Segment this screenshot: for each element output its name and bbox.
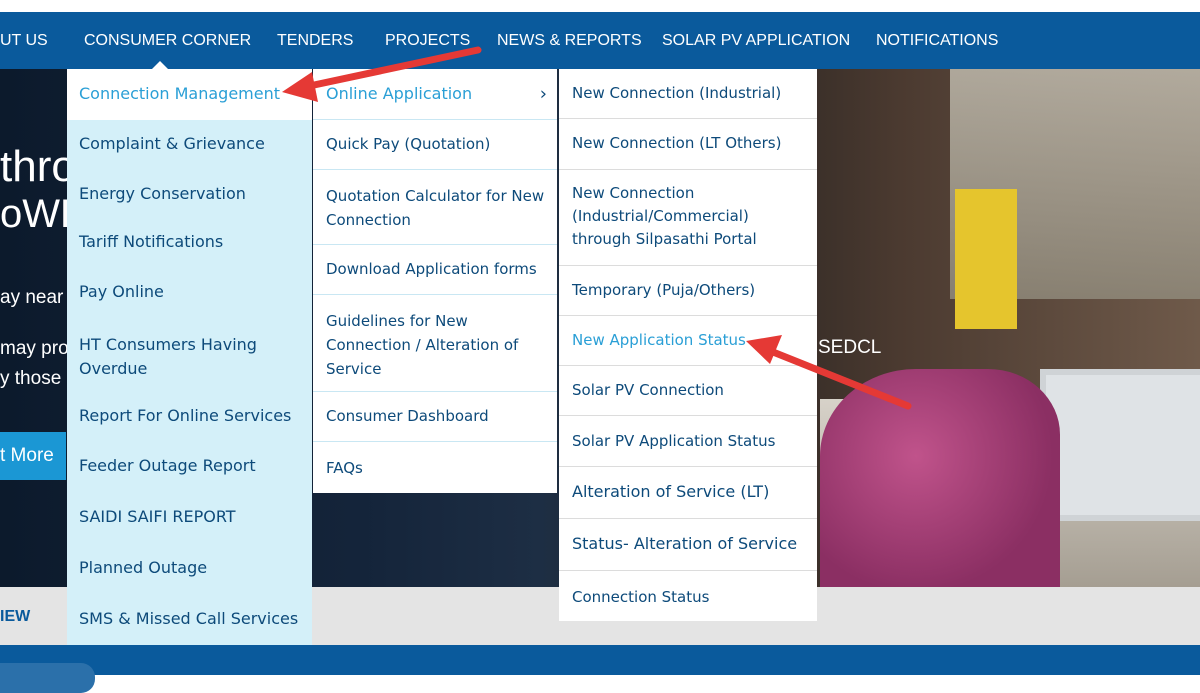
menu-item-download-forms[interactable]: Download Application forms <box>313 245 557 295</box>
menu-item-label: Report For Online Services <box>79 406 292 425</box>
menu-item-label: Temporary (Puja/Others) <box>572 281 756 299</box>
menu-item-label: Connection Status <box>572 588 710 606</box>
footer-band <box>0 645 1200 675</box>
nav-tenders[interactable]: TENDERS <box>277 12 353 69</box>
nav-solar-pv-application[interactable]: SOLAR PV APPLICATION <box>662 12 850 69</box>
menu-item-sms-missed-call[interactable]: SMS & Missed Call Services <box>67 609 312 628</box>
top-strip <box>0 0 1200 12</box>
hero-side-text: SEDCL <box>818 337 882 358</box>
menu-item-label: New Connection (Industrial) <box>572 84 782 102</box>
nav-notifications[interactable]: NOTIFICATIONS <box>876 12 998 69</box>
nav-about-us[interactable]: UT US <box>0 12 48 69</box>
hero-body-line-1: ay near <box>0 287 64 308</box>
menu-item-new-application-status[interactable]: New Application Status <box>559 316 817 366</box>
menu-item-new-connection-lt-others[interactable]: New Connection (LT Others) <box>559 119 817 170</box>
menu-level-1: Connection Management Complaint & Grieva… <box>67 69 312 645</box>
menu-item-label: New Connection (Industrial/Commercial) t… <box>572 184 757 248</box>
menu-item-solar-pv-connection[interactable]: Solar PV Connection <box>559 366 817 416</box>
menu-item-label: Download Application forms <box>326 260 537 278</box>
menu-item-ht-consumers-overdue[interactable]: HT Consumers Having Overdue <box>67 333 312 381</box>
menu-item-online-application[interactable]: Online Application › <box>313 69 557 120</box>
menu-item-label: Consumer Dashboard <box>326 407 489 425</box>
hero-yellow-board <box>955 189 1017 329</box>
menu-item-temporary[interactable]: Temporary (Puja/Others) <box>559 266 817 316</box>
menu-item-label: Complaint & Grievance <box>79 134 265 153</box>
read-more-button[interactable]: t More <box>0 432 66 480</box>
menu-item-label: SMS & Missed Call Services <box>79 609 299 628</box>
menu-item-complaint-grievance[interactable]: Complaint & Grievance <box>67 134 312 153</box>
menu-item-feeder-outage-report[interactable]: Feeder Outage Report <box>67 456 312 475</box>
menu-item-label: Solar PV Application Status <box>572 432 776 450</box>
footer-tab[interactable] <box>0 663 95 693</box>
menu-item-label: Quick Pay (Quotation) <box>326 135 491 153</box>
menu-item-new-connection-industrial[interactable]: New Connection (Industrial) <box>559 69 817 119</box>
nav-news-reports[interactable]: NEWS & REPORTS <box>497 12 642 69</box>
hero-monitor <box>1040 369 1200 521</box>
menu-item-label: Status- Alteration of Service <box>572 534 798 553</box>
menu-item-faqs[interactable]: FAQs <box>313 442 557 493</box>
menu-item-consumer-dashboard[interactable]: Consumer Dashboard <box>313 392 557 442</box>
hero-body-line-2: may pro <box>0 338 69 359</box>
menu-item-label: Energy Conservation <box>79 184 246 203</box>
menu-item-connection-management[interactable]: Connection Management <box>67 69 312 120</box>
menu-item-silpasathi-portal[interactable]: New Connection (Industrial/Commercial) t… <box>559 170 817 266</box>
menu-item-status-alteration[interactable]: Status- Alteration of Service <box>559 519 817 571</box>
menu-level-2: Online Application › Quick Pay (Quotatio… <box>313 69 557 493</box>
menu-item-label: Connection Management <box>79 84 281 103</box>
menu-item-label: Tariff Notifications <box>79 232 224 251</box>
menu-item-guidelines[interactable]: Guidelines for New Connection / Alterati… <box>313 295 557 392</box>
menu-item-energy-conservation[interactable]: Energy Conservation <box>67 184 312 203</box>
menu-item-label: Feeder Outage Report <box>79 456 256 475</box>
menu-item-label: SAIDI SAIFI REPORT <box>79 507 236 526</box>
menu-item-label: Online Application <box>326 84 473 103</box>
view-label[interactable]: IEW <box>0 608 30 626</box>
menu-caret-icon <box>152 61 168 69</box>
menu-item-solar-pv-application-status[interactable]: Solar PV Application Status <box>559 416 817 467</box>
hero-person <box>820 369 1060 587</box>
menu-item-quotation-calculator[interactable]: Quotation Calculator for New Connection <box>313 170 557 245</box>
chevron-right-icon: › <box>539 83 547 105</box>
menu-item-label: Pay Online <box>79 282 164 301</box>
menu-item-label: New Connection (LT Others) <box>572 134 782 152</box>
menu-item-pay-online[interactable]: Pay Online <box>67 282 312 301</box>
menu-item-label: New Application Status <box>572 331 746 349</box>
main-navbar: UT US CONSUMER CORNER TENDERS PROJECTS N… <box>0 12 1200 69</box>
menu-item-saidi-saifi-report[interactable]: SAIDI SAIFI REPORT <box>67 507 312 526</box>
menu-item-report-online-services[interactable]: Report For Online Services <box>67 406 312 425</box>
menu-item-planned-outage[interactable]: Planned Outage <box>67 558 312 577</box>
menu-item-connection-status[interactable]: Connection Status <box>559 571 817 621</box>
menu-item-label: FAQs <box>326 459 363 477</box>
menu-item-label: Quotation Calculator for New Connection <box>326 187 545 229</box>
menu-item-label: Planned Outage <box>79 558 208 577</box>
menu-item-label: Alteration of Service (LT) <box>572 482 770 501</box>
menu-item-label: HT Consumers Having Overdue <box>79 335 257 378</box>
menu-item-tariff-notifications[interactable]: Tariff Notifications <box>67 232 312 251</box>
menu-item-quick-pay[interactable]: Quick Pay (Quotation) <box>313 120 557 170</box>
menu-item-label: Guidelines for New Connection / Alterati… <box>326 312 519 378</box>
nav-projects[interactable]: PROJECTS <box>385 12 470 69</box>
hero-heading-line-1: thro <box>0 142 76 191</box>
menu-item-alteration-of-service-lt[interactable]: Alteration of Service (LT) <box>559 467 817 519</box>
menu-level-3: New Connection (Industrial) New Connecti… <box>559 69 817 621</box>
hero-body-line-3: y those <box>0 368 62 389</box>
menu-item-label: Solar PV Connection <box>572 381 724 399</box>
